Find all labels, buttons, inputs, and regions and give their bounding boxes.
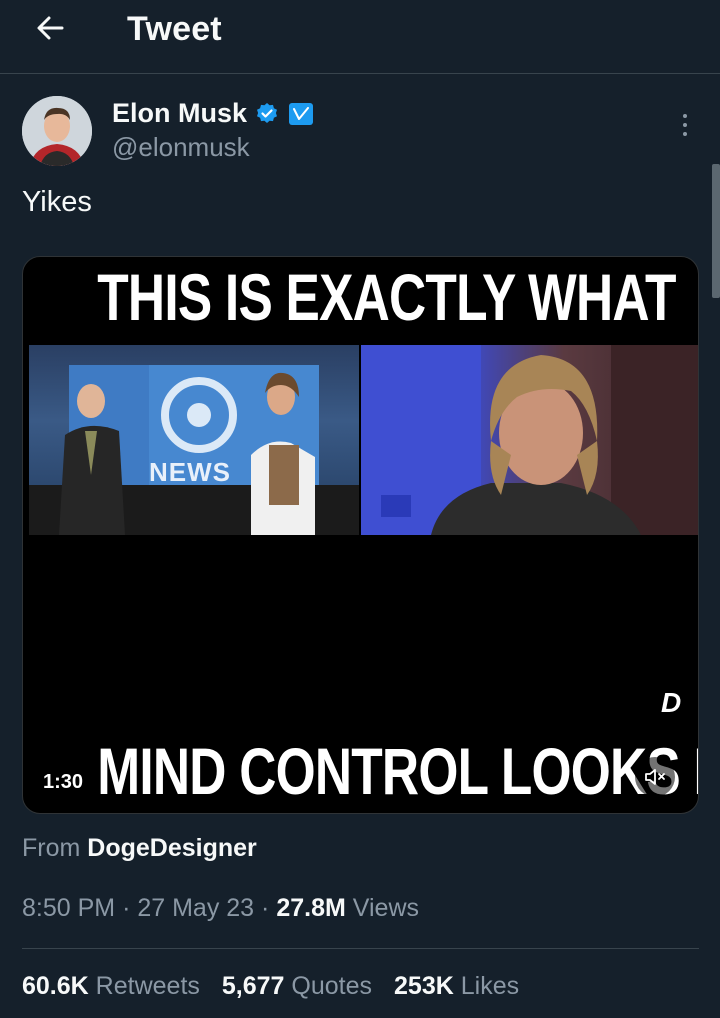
page-title: Tweet [127, 10, 222, 48]
more-dot [683, 123, 687, 127]
more-dot [683, 114, 687, 118]
more-dot [683, 132, 687, 136]
video-caption-bottom: MIND CONTROL LOOKS LIKE [97, 734, 698, 808]
affiliation-badge-icon [289, 102, 314, 125]
retweets-count: 60.6K [22, 972, 89, 1000]
quotes-stat[interactable]: 5,677 Quotes [222, 972, 372, 1001]
retweets-stat[interactable]: 60.6K Retweets [22, 972, 200, 1001]
video-duration-badge: 1:30 [35, 769, 92, 796]
news-logo-text: NEWS [149, 457, 231, 487]
likes-count: 253K [394, 972, 454, 1000]
video-frame-anchor [361, 345, 698, 535]
likes-stat[interactable]: 253K Likes [394, 972, 519, 1001]
watermark-logo: D [661, 687, 682, 718]
mute-button[interactable] [635, 757, 675, 797]
avatar-image [22, 96, 92, 166]
quotes-label: Quotes [291, 972, 373, 1000]
video-source: From DogeDesigner [22, 834, 257, 863]
author-handle[interactable]: @elonmusk [112, 132, 250, 163]
source-prefix: From [22, 834, 81, 862]
top-app-bar: Tweet [0, 0, 720, 74]
avatar[interactable] [22, 96, 92, 166]
views-label[interactable]: Views [353, 894, 419, 922]
tweet-time[interactable]: 8:50 PM [22, 894, 115, 922]
author-name-text: Elon Musk [112, 98, 248, 128]
separator-dot: · [261, 894, 270, 922]
verified-badge-icon [257, 102, 278, 123]
speaker-muted-icon [645, 769, 665, 785]
video-frame-newsroom: NEWS [29, 345, 359, 535]
likes-label: Likes [460, 972, 520, 1000]
tweet-video[interactable]: THIS IS EXACTLY WHAT NEWS D MIND CONTROL… [22, 256, 699, 814]
video-caption-top: THIS IS EXACTLY WHAT [97, 260, 676, 334]
arrow-left-icon [37, 16, 64, 40]
views-count[interactable]: 27.8M [276, 894, 345, 922]
tweet-author: Elon Musk @elonmusk [22, 96, 702, 170]
tweet-text: Yikes [22, 186, 92, 218]
more-options-button[interactable] [672, 108, 698, 142]
quotes-count: 5,677 [221, 972, 285, 1000]
author-name[interactable]: Elon Musk [112, 98, 314, 129]
tweet-date[interactable]: 27 May 23 [137, 894, 254, 922]
separator-dot: · [122, 894, 131, 922]
back-button[interactable] [28, 10, 72, 46]
source-name-link[interactable]: DogeDesigner [87, 834, 256, 862]
engagement-stats: 60.6K Retweets 5,677 Quotes 253K Likes [22, 972, 519, 1001]
scrollbar-thumb[interactable] [712, 164, 720, 298]
tweet-metadata: 8:50 PM · 27 May 23 · 27.8M Views [22, 894, 419, 923]
retweets-label: Retweets [95, 972, 200, 1000]
divider [22, 948, 699, 949]
